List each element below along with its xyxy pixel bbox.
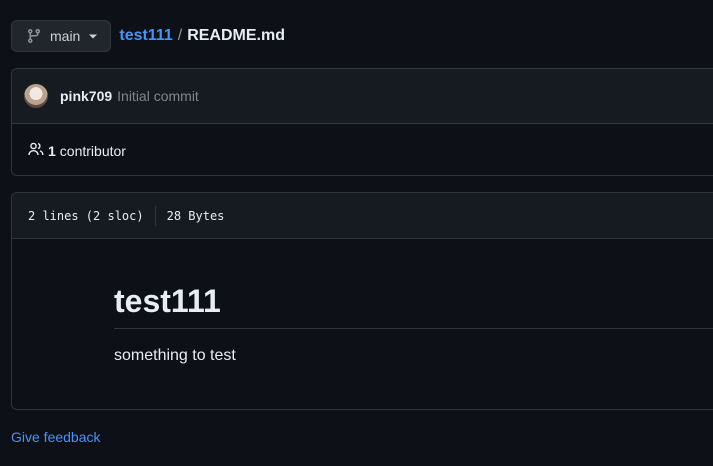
commit-author-link[interactable]: pink709 bbox=[60, 88, 112, 104]
file-info-header: 2 lines (2 sloc) 28 Bytes bbox=[12, 193, 713, 239]
breadcrumb: test111 / README.md bbox=[119, 27, 285, 45]
commit-message-link[interactable]: Initial commit bbox=[117, 88, 199, 104]
contributor-label: contributor bbox=[59, 142, 126, 159]
branch-selector-button[interactable]: main bbox=[11, 20, 112, 52]
give-feedback-link[interactable]: Give feedback bbox=[11, 429, 101, 445]
avatar[interactable] bbox=[24, 84, 48, 108]
latest-commit-row: pink709 Initial commit bbox=[12, 69, 713, 124]
breadcrumb-file-name: README.md bbox=[187, 27, 285, 44]
breadcrumb-repo-link[interactable]: test111 bbox=[119, 27, 172, 45]
file-navigation: main test111 / README.md bbox=[11, 20, 285, 52]
file-size: 28 Bytes bbox=[166, 208, 225, 223]
triangle-down-icon bbox=[88, 28, 98, 44]
contributor-count: 1 bbox=[48, 142, 56, 159]
latest-commit-box: pink709 Initial commit 1 contributor bbox=[11, 68, 713, 176]
breadcrumb-separator: / bbox=[177, 27, 183, 44]
people-icon bbox=[28, 141, 48, 160]
git-branch-icon bbox=[26, 28, 42, 44]
file-line-count: 2 lines (2 sloc) bbox=[28, 208, 144, 223]
file-viewer-box: 2 lines (2 sloc) 28 Bytes test111 someth… bbox=[11, 192, 713, 410]
contributors-row[interactable]: 1 contributor bbox=[12, 124, 713, 177]
readme-paragraph: something to test bbox=[114, 347, 236, 364]
readme-content: test111 something to test bbox=[12, 239, 713, 365]
branch-name: main bbox=[50, 28, 81, 44]
readme-heading: test111 bbox=[114, 283, 713, 329]
file-info-divider bbox=[154, 205, 156, 226]
